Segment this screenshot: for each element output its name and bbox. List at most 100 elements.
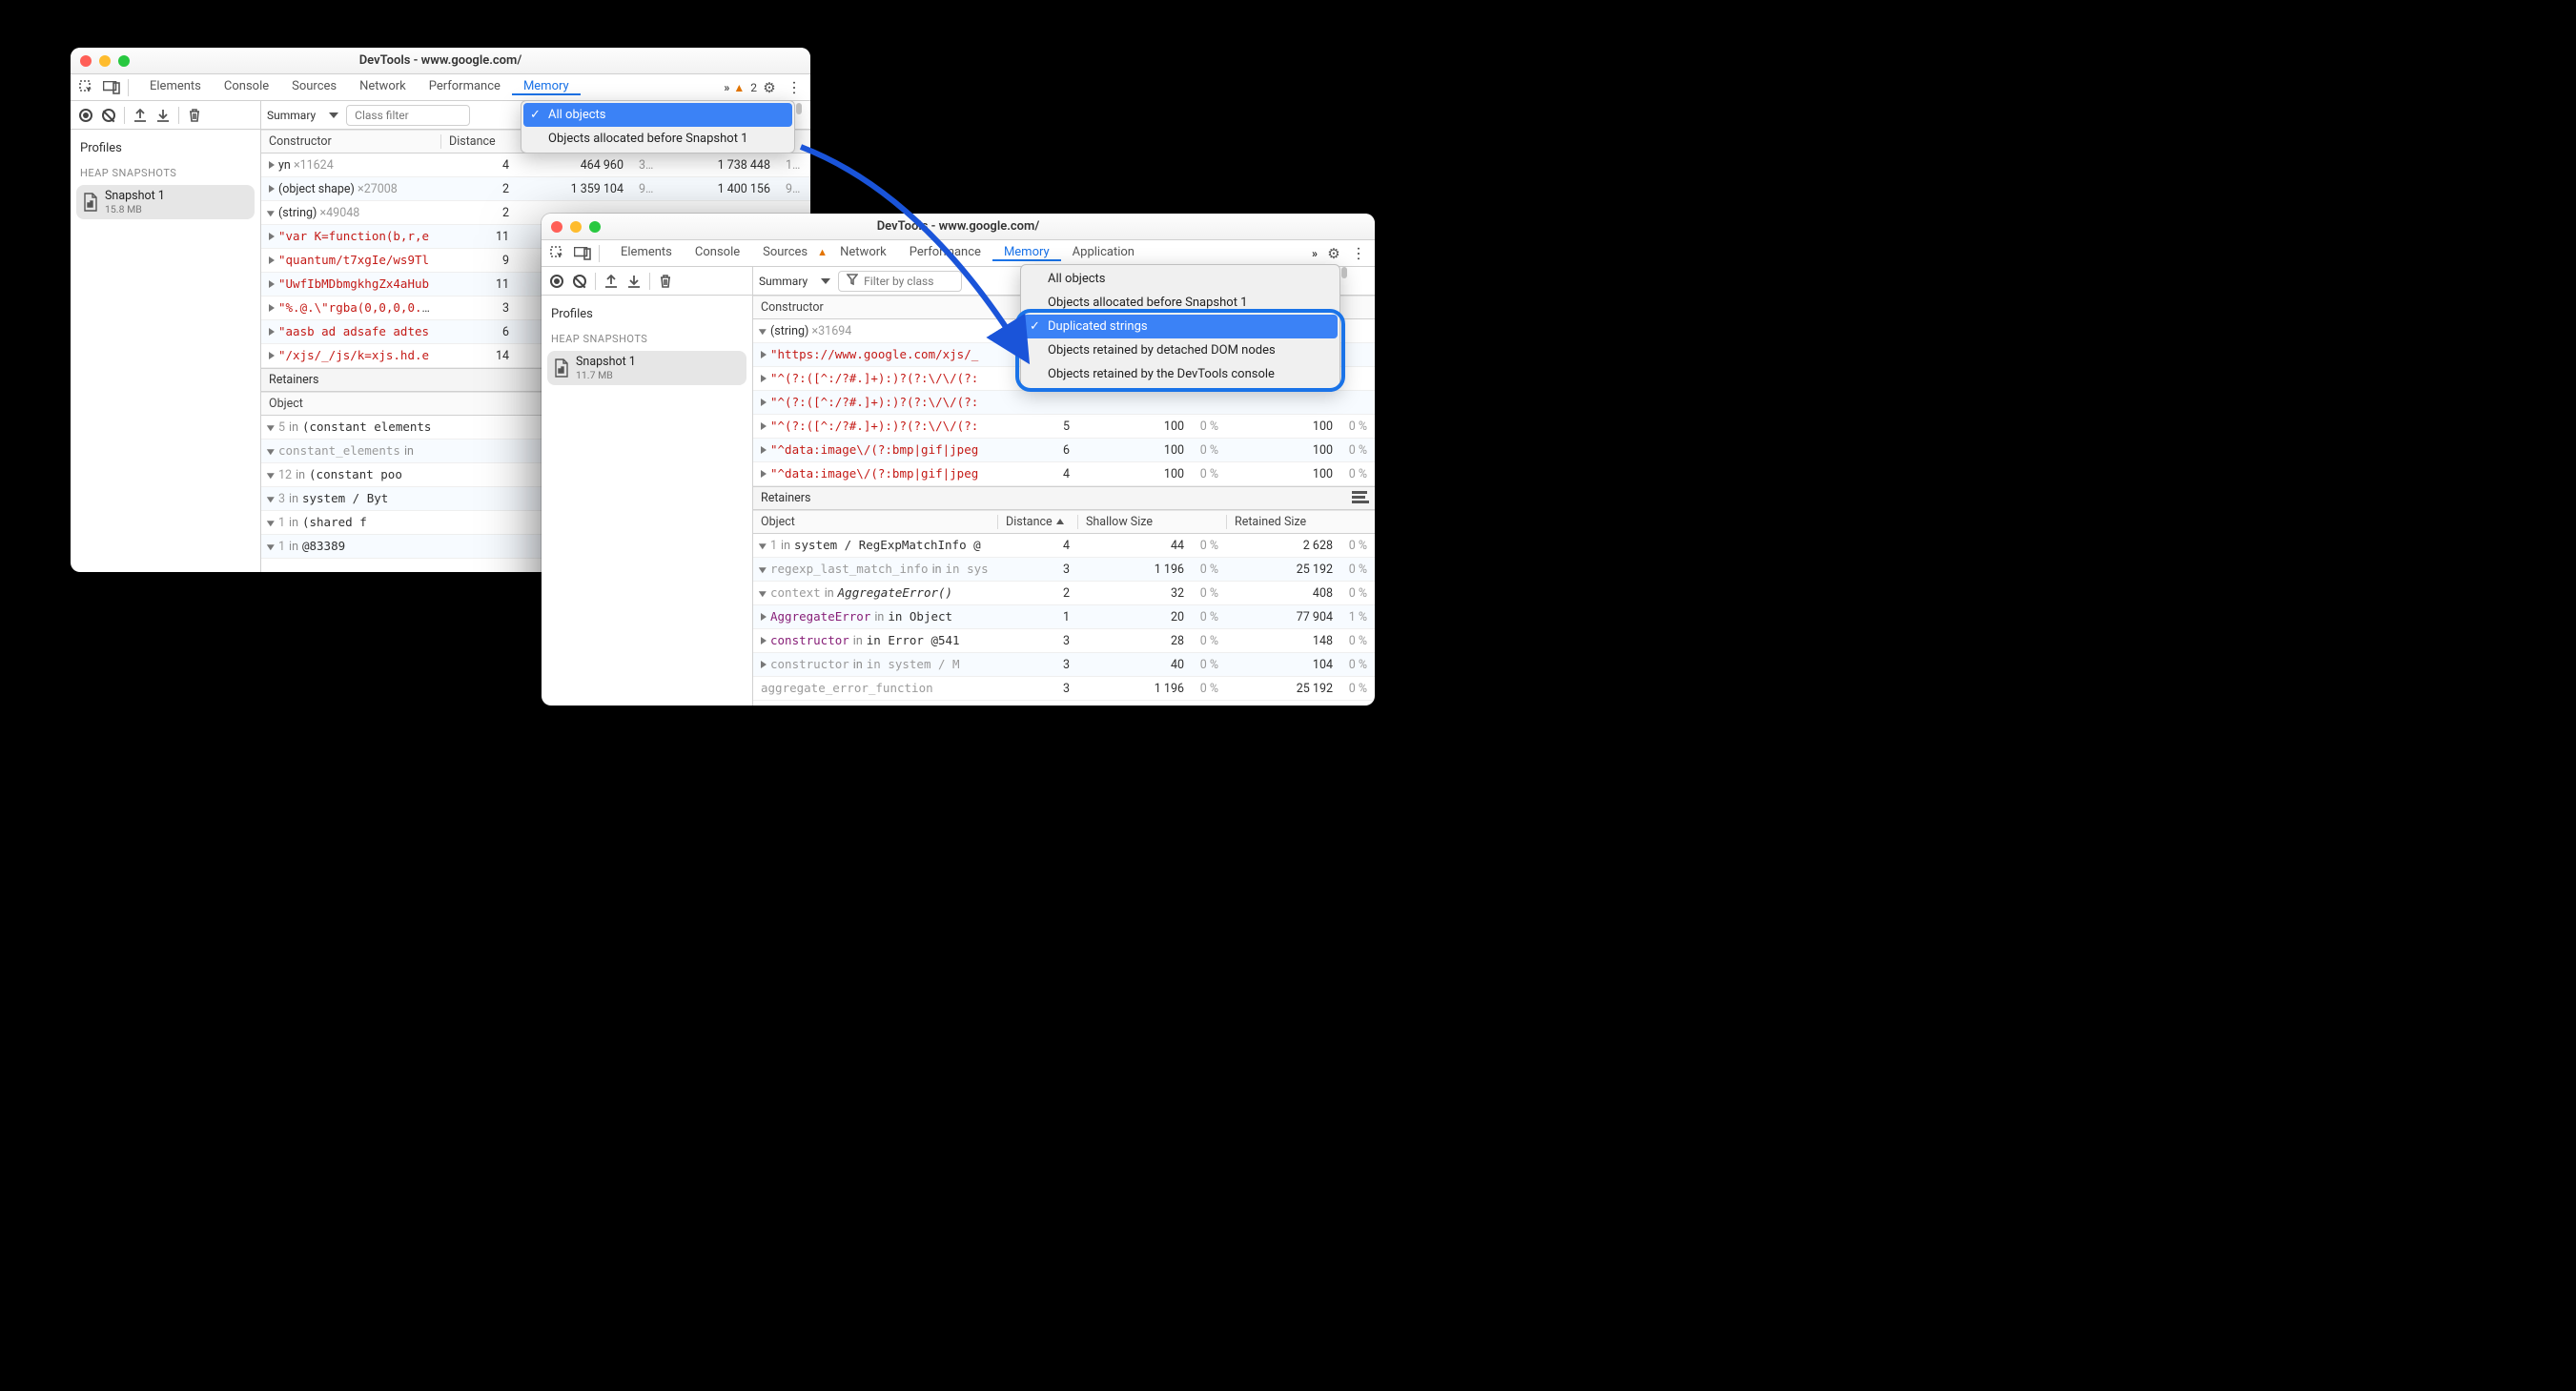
tab-console[interactable]: Console <box>684 245 751 261</box>
table-row[interactable]: constructorinin system / M3400 %1040 % <box>753 653 1375 677</box>
tab-network[interactable]: Network <box>348 79 418 95</box>
minimize-button[interactable] <box>570 221 582 233</box>
snapshot-name: Snapshot 1 <box>105 189 165 203</box>
hamburger-icon[interactable] <box>1352 491 1369 503</box>
table-row[interactable]: "^data:image\/(?:bmp|gif|jpeg61000 %1000… <box>753 439 1375 462</box>
minimize-button[interactable] <box>99 55 111 67</box>
table-row[interactable]: regexp_last_match_infoinin sys31 1960 %2… <box>753 558 1375 582</box>
tab-performance[interactable]: Performance <box>898 245 992 261</box>
filter-option-all-objects[interactable]: All objects <box>1023 267 1338 291</box>
maximize-button[interactable] <box>589 221 601 233</box>
snapshot-name: Snapshot 1 <box>576 355 636 369</box>
chevron-down-icon <box>821 278 830 284</box>
filter-option-duplicated-strings[interactable]: ✓ Duplicated strings <box>1023 315 1338 338</box>
main-tabs: Elements Console Sources ▲ Network Perfo… <box>542 240 1375 267</box>
col-shallow[interactable]: Shallow Size <box>1077 515 1192 529</box>
table-row[interactable]: 1insystem / RegExpMatchInfo @4440 %2 628… <box>753 534 1375 558</box>
trash-icon[interactable] <box>183 104 206 127</box>
table-row[interactable]: yn ×116244464 9603 %1 738 44811 % <box>261 153 810 177</box>
filter-option-before-snapshot-1[interactable]: Objects allocated before Snapshot 1 <box>523 127 792 151</box>
table-row[interactable]: "^(?:([^:/?#.]+):)?(?:\/\/(?:51000 %1000… <box>753 415 1375 439</box>
col-object[interactable]: Object <box>753 515 997 529</box>
tab-console[interactable]: Console <box>213 79 280 95</box>
snapshot-item[interactable]: Snapshot 1 11.7 MB <box>547 351 746 385</box>
filter-option-detached-dom[interactable]: Objects retained by detached DOM nodes <box>1023 338 1338 362</box>
warning-icon[interactable]: ▲ <box>733 81 745 94</box>
table-row[interactable]: contextinAggregateError()2320 %4080 % <box>753 582 1375 605</box>
col-constructor[interactable]: Constructor <box>261 134 440 149</box>
tab-memory[interactable]: Memory <box>512 79 581 95</box>
sidebar: Profiles HEAP SNAPSHOTS Snapshot 1 15.8 … <box>71 130 261 572</box>
table-row[interactable]: AggregateErrorinin Object1200 %77 9041 % <box>753 605 1375 629</box>
table-row[interactable]: "^data:image\/(?:bmp|gif|jpeg41000 %1000… <box>753 462 1375 486</box>
device-icon[interactable] <box>570 241 595 266</box>
close-button[interactable] <box>551 221 562 233</box>
col-distance[interactable]: Distance <box>440 134 517 149</box>
upload-icon[interactable] <box>129 104 152 127</box>
record-button[interactable] <box>74 104 97 127</box>
close-button[interactable] <box>80 55 92 67</box>
clear-button[interactable] <box>568 270 591 293</box>
class-filter-placeholder: Class filter <box>355 109 409 122</box>
tab-memory[interactable]: Memory <box>992 245 1061 261</box>
snapshot-size: 11.7 MB <box>576 369 636 381</box>
class-filter-input[interactable]: Class filter <box>346 105 470 126</box>
col-constructor[interactable]: Constructor <box>753 300 997 315</box>
table-row[interactable]: constructorinin Error @5413280 %1480 % <box>753 629 1375 653</box>
tab-network[interactable]: ▲ Network <box>819 245 898 261</box>
download-icon[interactable] <box>623 270 645 293</box>
col-distance-ret[interactable]: Distance <box>997 515 1077 529</box>
filter-dropdown[interactable]: All objects Objects allocated before Sna… <box>1020 264 1340 389</box>
class-filter-input[interactable]: Filter by class <box>838 271 962 292</box>
table-row[interactable]: "^(?:([^:/?#.]+):)?(?:\/\/(?: <box>753 391 1375 415</box>
window-title: DevTools - www.google.com/ <box>542 219 1375 234</box>
view-select[interactable]: Summary <box>759 275 830 288</box>
more-tabs-icon[interactable]: » <box>724 81 727 94</box>
sidebar: Profiles HEAP SNAPSHOTS Snapshot 1 11.7 … <box>542 296 753 706</box>
more-tabs-icon[interactable]: » <box>1306 247 1321 260</box>
tab-elements[interactable]: Elements <box>138 79 213 95</box>
view-select-label: Summary <box>267 109 316 122</box>
tab-sources[interactable]: Sources <box>751 245 819 261</box>
download-icon[interactable] <box>152 104 174 127</box>
filter-option-before-snapshot-1[interactable]: Objects allocated before Snapshot 1 <box>1023 291 1338 315</box>
kebab-icon[interactable]: ⋯ <box>782 75 807 100</box>
toolbar: Summary Filter by class All objects Obje… <box>542 267 1375 296</box>
snapshot-item[interactable]: Snapshot 1 15.8 MB <box>76 185 255 219</box>
heap-snapshots-label: HEAP SNAPSHOTS <box>542 329 752 351</box>
trash-icon[interactable] <box>654 270 677 293</box>
kebab-icon[interactable]: ⋯ <box>1346 241 1371 266</box>
titlebar: DevTools - www.google.com/ <box>71 48 810 74</box>
tab-sources[interactable]: Sources <box>280 79 348 95</box>
heap-snapshots-label: HEAP SNAPSHOTS <box>71 163 260 185</box>
device-icon[interactable] <box>99 75 124 100</box>
tab-application[interactable]: Application <box>1061 245 1146 261</box>
inspect-icon[interactable] <box>74 75 99 100</box>
filter-option-all-objects[interactable]: ✓ All objects <box>523 103 792 127</box>
view-select[interactable]: Summary <box>267 109 338 122</box>
col-retained[interactable]: Retained Size <box>1226 515 1340 529</box>
chevron-down-icon <box>329 113 338 118</box>
sort-up-icon <box>1056 519 1064 524</box>
inspect-icon[interactable] <box>545 241 570 266</box>
gear-icon[interactable]: ⚙ <box>757 75 782 100</box>
filter-dropdown[interactable]: ✓ All objects Objects allocated before S… <box>521 100 795 153</box>
record-button[interactable] <box>545 270 568 293</box>
gear-icon[interactable]: ⚙ <box>1321 241 1346 266</box>
filter-option-devtools-console[interactable]: Objects retained by the DevTools console <box>1023 362 1338 386</box>
view-select-label: Summary <box>759 275 808 288</box>
tab-performance[interactable]: Performance <box>418 79 512 95</box>
maximize-button[interactable] <box>118 55 130 67</box>
warning-icon: ▲ <box>817 246 828 258</box>
tab-elements[interactable]: Elements <box>609 245 684 261</box>
clear-button[interactable] <box>97 104 120 127</box>
upload-icon[interactable] <box>600 270 623 293</box>
table-row[interactable]: (object shape) ×2700821 359 1049 %1 400 … <box>261 177 810 201</box>
main-tabs: Elements Console Sources Network Perform… <box>71 74 810 101</box>
class-filter-placeholder: Filter by class <box>864 275 933 288</box>
titlebar: DevTools - www.google.com/ <box>542 214 1375 240</box>
table-row[interactable]: aggregate_error_function31 1960 %25 1920… <box>753 677 1375 701</box>
filter-icon <box>847 274 858 288</box>
warning-count: 2 <box>750 81 757 94</box>
check-icon: ✓ <box>530 108 541 122</box>
